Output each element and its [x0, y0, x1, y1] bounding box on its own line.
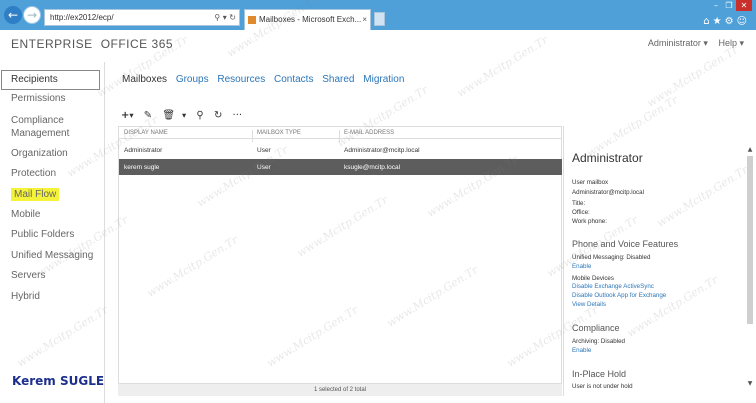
column-header-display-name[interactable]: DISPLAY NAME — [124, 130, 168, 136]
nav-item-organization[interactable]: Organization — [0, 145, 104, 165]
column-header-email-address[interactable]: E-MAIL ADDRESS — [344, 130, 394, 136]
user-menu[interactable]: Administrator ▾ — [648, 38, 708, 48]
home-icon[interactable]: ⌂ — [703, 16, 712, 27]
column-header-mailbox-type[interactable]: MAILBOX TYPE — [257, 130, 301, 136]
help-menu[interactable]: Help ▾ — [718, 38, 744, 48]
search-icon[interactable]: ⚲ — [196, 110, 203, 121]
nav-item-servers[interactable]: Servers — [0, 267, 104, 287]
more-options-icon[interactable]: ··· — [233, 110, 243, 121]
settings-gear-icon[interactable]: ⚙ — [725, 16, 737, 27]
eac-header: ENTERPRISE OFFICE 365 Administrator ▾ Hel… — [0, 30, 756, 60]
nav-item-compliance-management[interactable]: Compliance Management — [0, 111, 104, 145]
smiley-icon[interactable]: ☺ — [737, 16, 750, 27]
um-enable-link[interactable]: Enable — [572, 263, 591, 270]
add-icon[interactable]: +▾ — [121, 110, 134, 121]
forward-arrow-icon[interactable]: → — [23, 6, 41, 24]
tab-contacts[interactable]: Contacts — [274, 74, 313, 85]
archiving-enable-link[interactable]: Enable — [572, 347, 591, 354]
tab-shared[interactable]: Shared — [322, 74, 354, 85]
grid-header: DISPLAY NAME MAILBOX TYPE E-MAIL ADDRESS — [119, 127, 561, 142]
details-mailbox-type: User mailbox — [572, 179, 609, 186]
nav-item-public-folders[interactable]: Public Folders — [0, 226, 104, 246]
cell-display-name: Administrator — [124, 147, 163, 154]
cell-mailbox-type: User — [257, 164, 271, 171]
section-phone-voice: Phone and Voice Features — [572, 239, 679, 249]
archiving-status: Archiving: Disabled — [572, 338, 625, 345]
tab-title: Mailboxes - Microsoft Exch... — [259, 15, 362, 24]
browser-chrome: ← → http://ex2012/ecp/ ⚲ ▾ ↻ Mailboxes -… — [0, 0, 756, 30]
delete-trash-icon[interactable]: 🗑 ▾ — [162, 110, 186, 121]
nav-item-protection[interactable]: Protection — [0, 165, 104, 185]
details-pane: Administrator User mailbox Administrator… — [563, 126, 756, 396]
section-compliance: Compliance — [572, 323, 620, 333]
window-controls: – ❐ ✕ — [710, 0, 752, 12]
scroll-thumb[interactable] — [747, 156, 753, 324]
brand-enterprise: ENTERPRISE — [11, 37, 93, 51]
nav-item-unified-messaging[interactable]: Unified Messaging — [0, 247, 104, 267]
details-title-field: Title: — [572, 200, 586, 207]
restore-icon[interactable]: ❐ — [723, 0, 735, 11]
refresh-icon[interactable]: ↻ — [214, 110, 222, 121]
watermark-text: www.Mcitp.Gen.Tr — [14, 303, 111, 370]
url-text: http://ex2012/ecp/ — [50, 13, 114, 22]
grid-toolbar: +▾ ✎ 🗑 ▾ ⚲ ↻ ··· — [121, 110, 249, 121]
minimize-icon[interactable]: – — [710, 0, 722, 11]
um-status: Unified Messaging: Disabled — [572, 254, 651, 261]
tab-groups[interactable]: Groups — [176, 74, 209, 85]
nav-item-mobile[interactable]: Mobile — [0, 206, 104, 226]
browser-tab-mailboxes[interactable]: Mailboxes - Microsoft Exch... × — [244, 9, 371, 30]
details-office-field: Office: — [572, 209, 590, 216]
details-scrollbar[interactable]: ▲ ▼ — [746, 146, 754, 389]
recipient-subtabs: Mailboxes Groups Resources Contacts Shar… — [122, 74, 410, 85]
mailbox-grid: DISPLAY NAME MAILBOX TYPE E-MAIL ADDRESS… — [118, 126, 562, 396]
grid-status-footer: 1 selected of 2 total — [118, 383, 562, 396]
table-row-selected[interactable]: kerem sugle User ksugle@mcitp.local — [119, 159, 562, 175]
nav-divider — [104, 62, 105, 403]
disable-activesync-link[interactable]: Disable Exchange ActiveSync — [572, 283, 654, 290]
back-arrow-icon[interactable]: ← — [4, 6, 22, 24]
nav-item-mail-flow[interactable]: Mail Flow — [0, 186, 104, 206]
details-email: Administrator@mcitp.local — [572, 189, 644, 196]
exchange-favicon-icon — [248, 16, 256, 24]
favorites-star-icon[interactable]: ★ — [713, 16, 725, 27]
cell-display-name: kerem sugle — [124, 164, 160, 171]
table-row[interactable]: Administrator User Administrator@mcitp.l… — [119, 142, 562, 158]
details-phone-field: Work phone: — [572, 218, 607, 225]
search-refresh-icons[interactable]: ⚲ ▾ ↻ — [214, 10, 236, 25]
cell-email-address: ksugle@mcitp.local — [344, 164, 401, 171]
browser-tool-icons: ⌂★⚙☺ — [703, 16, 750, 27]
disable-owa-app-link[interactable]: Disable Outlook App for Exchange — [572, 292, 666, 299]
tab-mailboxes[interactable]: Mailboxes — [122, 74, 167, 85]
scroll-down-icon[interactable]: ▼ — [746, 380, 754, 388]
close-tab-icon[interactable]: × — [362, 10, 367, 29]
scroll-up-icon[interactable]: ▲ — [746, 146, 754, 154]
tab-migration[interactable]: Migration — [363, 74, 404, 85]
brand: ENTERPRISE OFFICE 365 — [11, 37, 173, 51]
details-title: Administrator — [572, 151, 643, 165]
column-divider — [252, 130, 253, 142]
cell-mailbox-type: User — [257, 147, 271, 154]
mobile-devices-label: Mobile Devices — [572, 275, 614, 282]
view-details-link[interactable]: View Details — [572, 301, 606, 308]
header-menus: Administrator ▾ Help ▾ — [640, 38, 744, 49]
left-navigation: Recipients Permissions Compliance Manage… — [0, 70, 104, 308]
new-tab-button[interactable] — [374, 12, 385, 26]
author-signature: Kerem SUGLE — [12, 374, 105, 388]
edit-pencil-icon[interactable]: ✎ — [144, 110, 152, 121]
close-window-icon[interactable]: ✕ — [736, 0, 752, 11]
tab-resources[interactable]: Resources — [217, 74, 265, 85]
column-divider — [339, 130, 340, 142]
cell-email-address: Administrator@mcitp.local — [344, 147, 420, 154]
address-bar[interactable]: http://ex2012/ecp/ ⚲ ▾ ↻ — [44, 9, 240, 26]
nav-item-recipients[interactable]: Recipients — [1, 70, 100, 91]
brand-office365: OFFICE 365 — [100, 37, 174, 51]
nav-item-permissions[interactable]: Permissions — [0, 90, 104, 110]
nav-item-mail-flow-label: Mail Flow — [11, 187, 60, 201]
nav-item-hybrid[interactable]: Hybrid — [0, 288, 104, 308]
section-in-place-hold: In-Place Hold — [572, 369, 627, 379]
hold-status: User is not under hold — [572, 383, 633, 390]
